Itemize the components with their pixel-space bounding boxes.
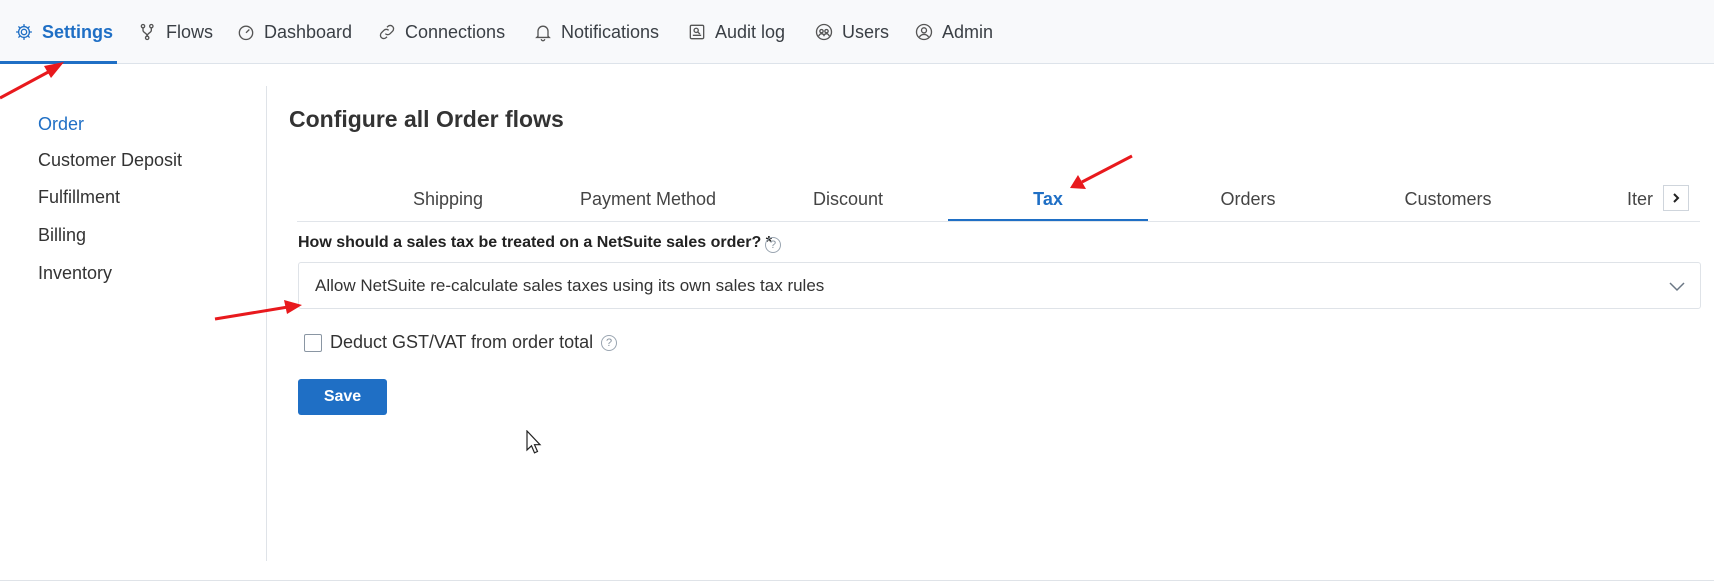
link-icon [379,24,395,40]
nav-tab-label: Dashboard [264,21,353,42]
tab-customers[interactable]: Customers [1348,178,1548,221]
dashboard-gauge-icon [238,25,254,41]
nav-tab-audit-log[interactable]: Audit log [683,0,789,64]
nav-tab-dashboard[interactable]: Dashboard [232,0,356,64]
help-icon[interactable]: ? [765,237,781,253]
tab-tax-label: Tax [1033,189,1063,209]
nav-tab-label: Connections [405,21,506,42]
admin-user-icon [915,23,933,41]
nav-tab-settings[interactable]: Settings [0,0,118,64]
nav-tab-users[interactable]: Users [810,0,893,64]
tax-treatment-label: How should a sales tax be treated on a N… [298,234,772,251]
top-navigation: Settings Flows Dashboard Connections Not… [0,0,1714,64]
tab-payment-method[interactable]: Payment Method [548,178,748,221]
tab-tax[interactable]: Tax [948,178,1148,221]
sidebar: Order Customer Deposit Fulfillment Billi… [0,86,267,561]
bottom-divider [0,580,1714,581]
nav-tab-label: Admin [942,21,994,42]
tab-orders[interactable]: Orders [1148,178,1348,221]
deduct-gst-label: Deduct GST/VAT from order total [330,332,594,352]
nav-tab-notifications[interactable]: Notifications [529,0,663,64]
audit-log-icon [689,24,705,40]
tabs-scroll-right-button[interactable] [1663,185,1689,211]
nav-tab-flows[interactable]: Flows [134,0,217,64]
deduct-gst-checkbox[interactable] [304,333,322,352]
sub-tab-bar: Shipping Payment Method Discount Tax Ord… [297,178,1700,222]
sidebar-item-fulfillment[interactable]: Fulfillment [38,187,120,208]
chevron-down-icon [1669,282,1685,292]
tab-shipping[interactable]: Shipping [348,178,548,221]
sidebar-item-customer-deposit[interactable]: Customer Deposit [38,150,182,171]
tab-items-clipped[interactable]: Iter [1627,178,1667,221]
page-title: Configure all Order flows [289,106,564,132]
nav-tab-label: Flows [166,21,214,42]
nav-tab-label: Notifications [561,21,660,42]
help-icon[interactable]: ? [601,335,617,351]
mouse-cursor-icon [526,430,542,454]
tax-treatment-selected-value: Allow NetSuite re-calculate sales taxes … [315,275,825,295]
sidebar-item-order[interactable]: Order [38,114,84,135]
deduct-gst-row: Deduct GST/VAT from order total [304,332,593,353]
chevron-right-icon [1673,193,1680,203]
nav-tab-label: Audit log [715,21,786,42]
flows-icon [140,23,154,41]
active-subtab-underline [948,219,1148,221]
users-icon [815,23,833,41]
sidebar-item-billing[interactable]: Billing [38,225,86,246]
gear-icon [16,24,32,40]
sidebar-item-inventory[interactable]: Inventory [38,263,112,284]
nav-tab-label: Settings [42,21,114,42]
tab-discount[interactable]: Discount [748,178,948,221]
save-button[interactable]: Save [298,379,387,415]
active-tab-underline [0,61,118,64]
nav-tab-admin[interactable]: Admin [910,0,997,64]
bell-icon [535,25,551,42]
tax-treatment-select[interactable]: Allow NetSuite re-calculate sales taxes … [298,262,1701,309]
nav-tab-label: Users [842,21,890,42]
nav-tab-connections[interactable]: Connections [373,0,509,64]
